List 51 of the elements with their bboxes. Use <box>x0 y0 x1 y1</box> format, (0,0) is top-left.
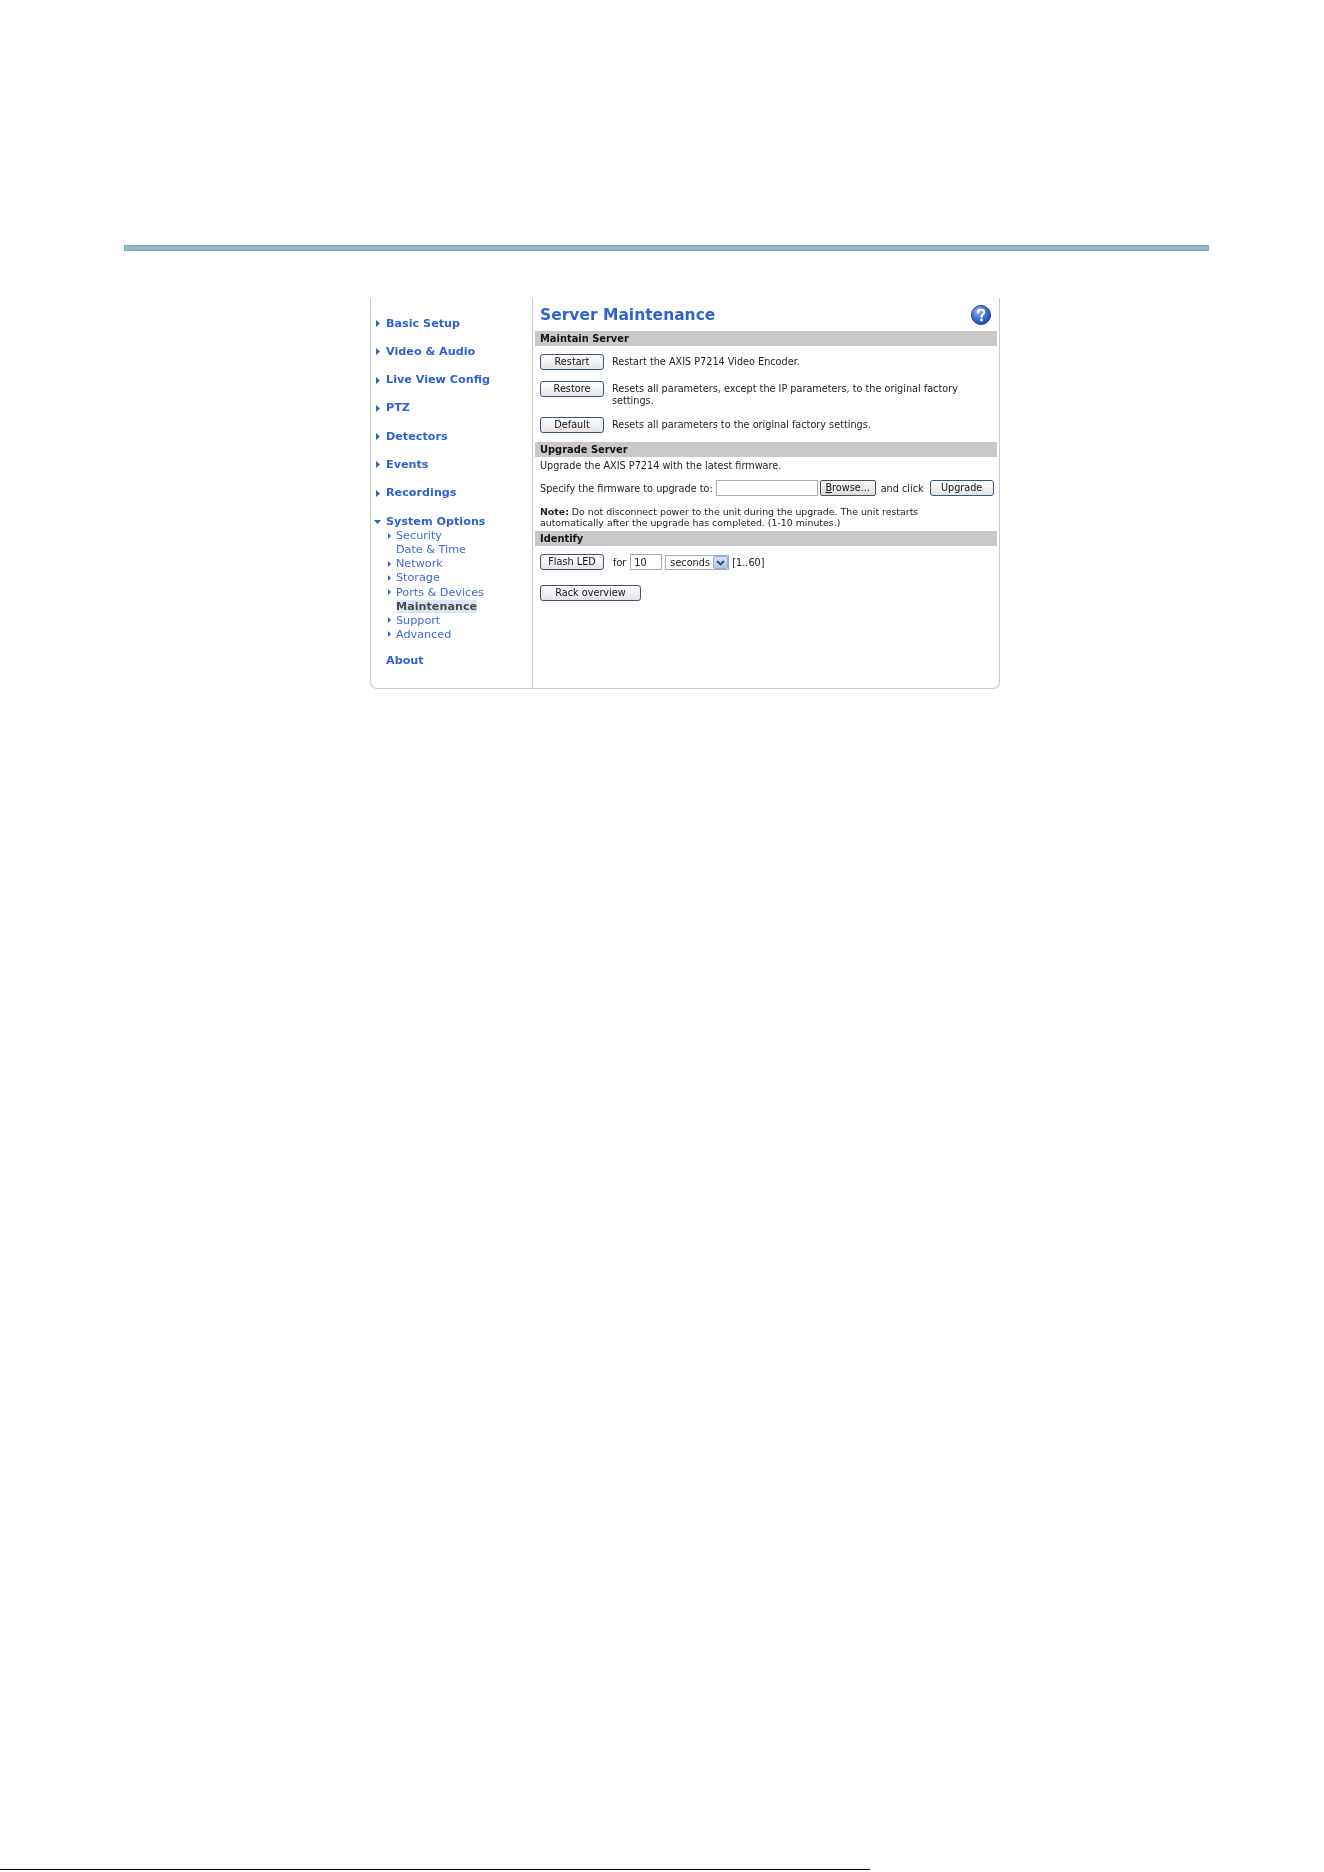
caret-down-icon <box>374 519 381 524</box>
inline-label: and click <box>880 482 924 494</box>
caret-right-icon <box>376 461 380 469</box>
caret-right-icon <box>388 532 391 539</box>
nav-link[interactable]: Events <box>374 458 429 472</box>
flash-led-button[interactable]: Flash LED <box>540 554 604 570</box>
action-button[interactable]: Restart <box>540 354 604 370</box>
nav-link[interactable]: System Options <box>374 514 486 529</box>
action-description: Restart the AXIS P7214 Video Encoder. <box>612 355 801 368</box>
caret-right-icon <box>376 348 380 356</box>
action-description: Resets all parameters to the original factory settings. <box>612 418 872 431</box>
nav-sublink[interactable]: Network <box>388 557 443 571</box>
action-description: Resets all parameters, except the IP parameters, to the original factory settings. <box>612 382 959 407</box>
field-label: Specify the firmware to upgrade to: <box>540 482 713 494</box>
nav-sublink[interactable]: Storage <box>388 571 440 585</box>
nav-sublink[interactable]: Ports & Devices <box>388 585 484 599</box>
section-header: Maintain Server <box>535 331 997 346</box>
help-icon[interactable] <box>971 305 991 325</box>
nav-link[interactable]: Video & Audio <box>374 344 476 359</box>
inline-label: for <box>613 556 627 568</box>
duration-input[interactable]: 10 <box>630 554 663 570</box>
nav-sublink[interactable]: Date & Time <box>388 543 466 557</box>
section-description: Upgrade the AXIS P7214 with the latest firmware. <box>539 459 783 472</box>
nav-link[interactable]: PTZ <box>374 401 410 416</box>
nav-link[interactable]: Recordings <box>374 486 457 501</box>
caret-right-icon <box>388 589 391 595</box>
upgrade-button[interactable]: Upgrade <box>929 480 994 496</box>
nav-link[interactable]: Detectors <box>374 429 448 444</box>
nav-sublink[interactable]: Advanced <box>388 627 452 641</box>
action-button[interactable]: Restore <box>540 381 604 397</box>
rack-overview-button[interactable]: Rack overview <box>540 585 641 601</box>
caret-right-icon <box>376 433 380 441</box>
nav-link[interactable]: Live View Config <box>374 373 490 388</box>
file-path-field[interactable] <box>715 480 818 496</box>
chevron-down-icon <box>713 555 729 569</box>
nav-link[interactable]: Basic Setup <box>374 316 461 331</box>
action-button[interactable]: Default <box>540 417 604 433</box>
nav-link[interactable]: About <box>374 654 424 669</box>
page-title: Server Maintenance <box>540 305 716 325</box>
section-header: Identify <box>535 531 997 546</box>
caret-right-icon <box>376 320 380 327</box>
caret-right-icon <box>376 489 380 497</box>
unit-select[interactable]: seconds <box>665 554 730 570</box>
caret-right-icon <box>376 404 380 412</box>
caret-right-icon <box>376 376 380 384</box>
note-text: Note: Do not disconnect power to the unit during the upgrade. The unit restarts automatically after the upgrade has completed. (1-10 minutes.) <box>539 507 920 528</box>
section-header: Upgrade Server <box>535 442 997 457</box>
browse-button[interactable]: Browse... <box>819 480 876 496</box>
nav-sublink[interactable]: Security <box>388 529 442 543</box>
range-hint: [1..60] <box>732 556 765 568</box>
nav-sublink[interactable]: Support <box>388 613 441 627</box>
